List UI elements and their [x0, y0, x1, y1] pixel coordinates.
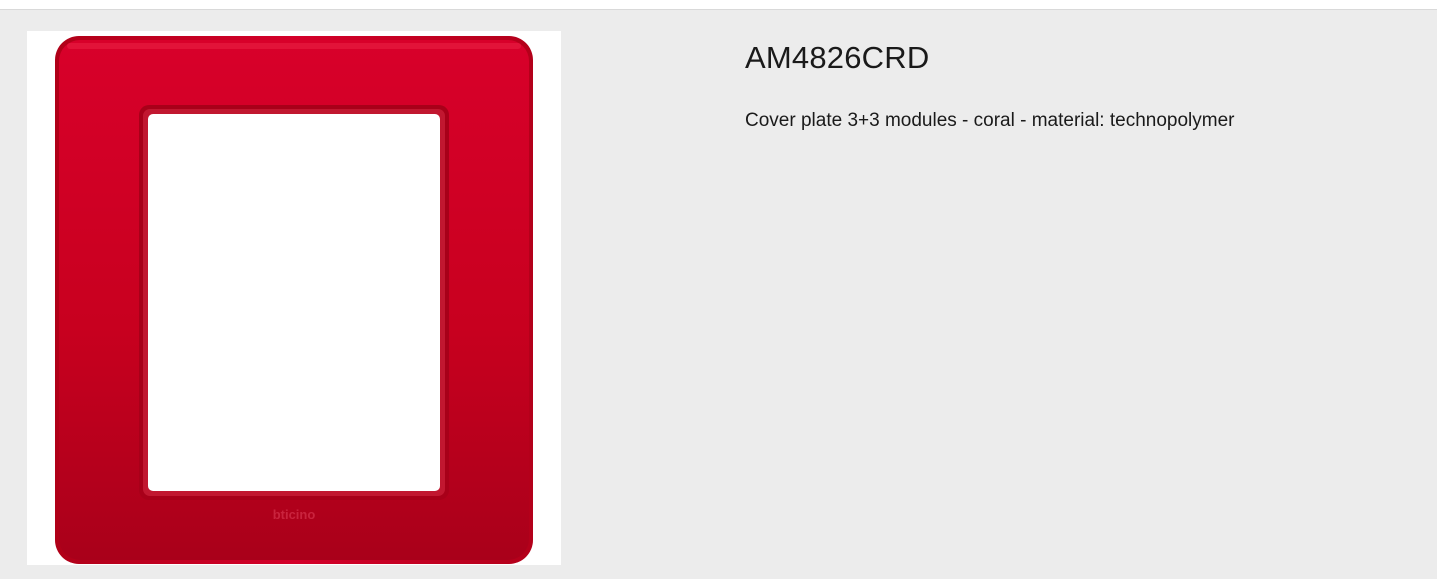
cover-plate-illustration: bticino	[55, 36, 533, 564]
product-card: bticino AM4826CRD Cover plate 3+3 module…	[0, 9, 1437, 579]
product-image[interactable]: bticino	[27, 31, 561, 565]
product-info: AM4826CRD Cover plate 3+3 modules - cora…	[745, 40, 1405, 133]
product-description: Cover plate 3+3 modules - coral - materi…	[745, 110, 1235, 131]
product-code: AM4826CRD	[745, 40, 930, 75]
brand-mark: bticino	[273, 507, 316, 522]
